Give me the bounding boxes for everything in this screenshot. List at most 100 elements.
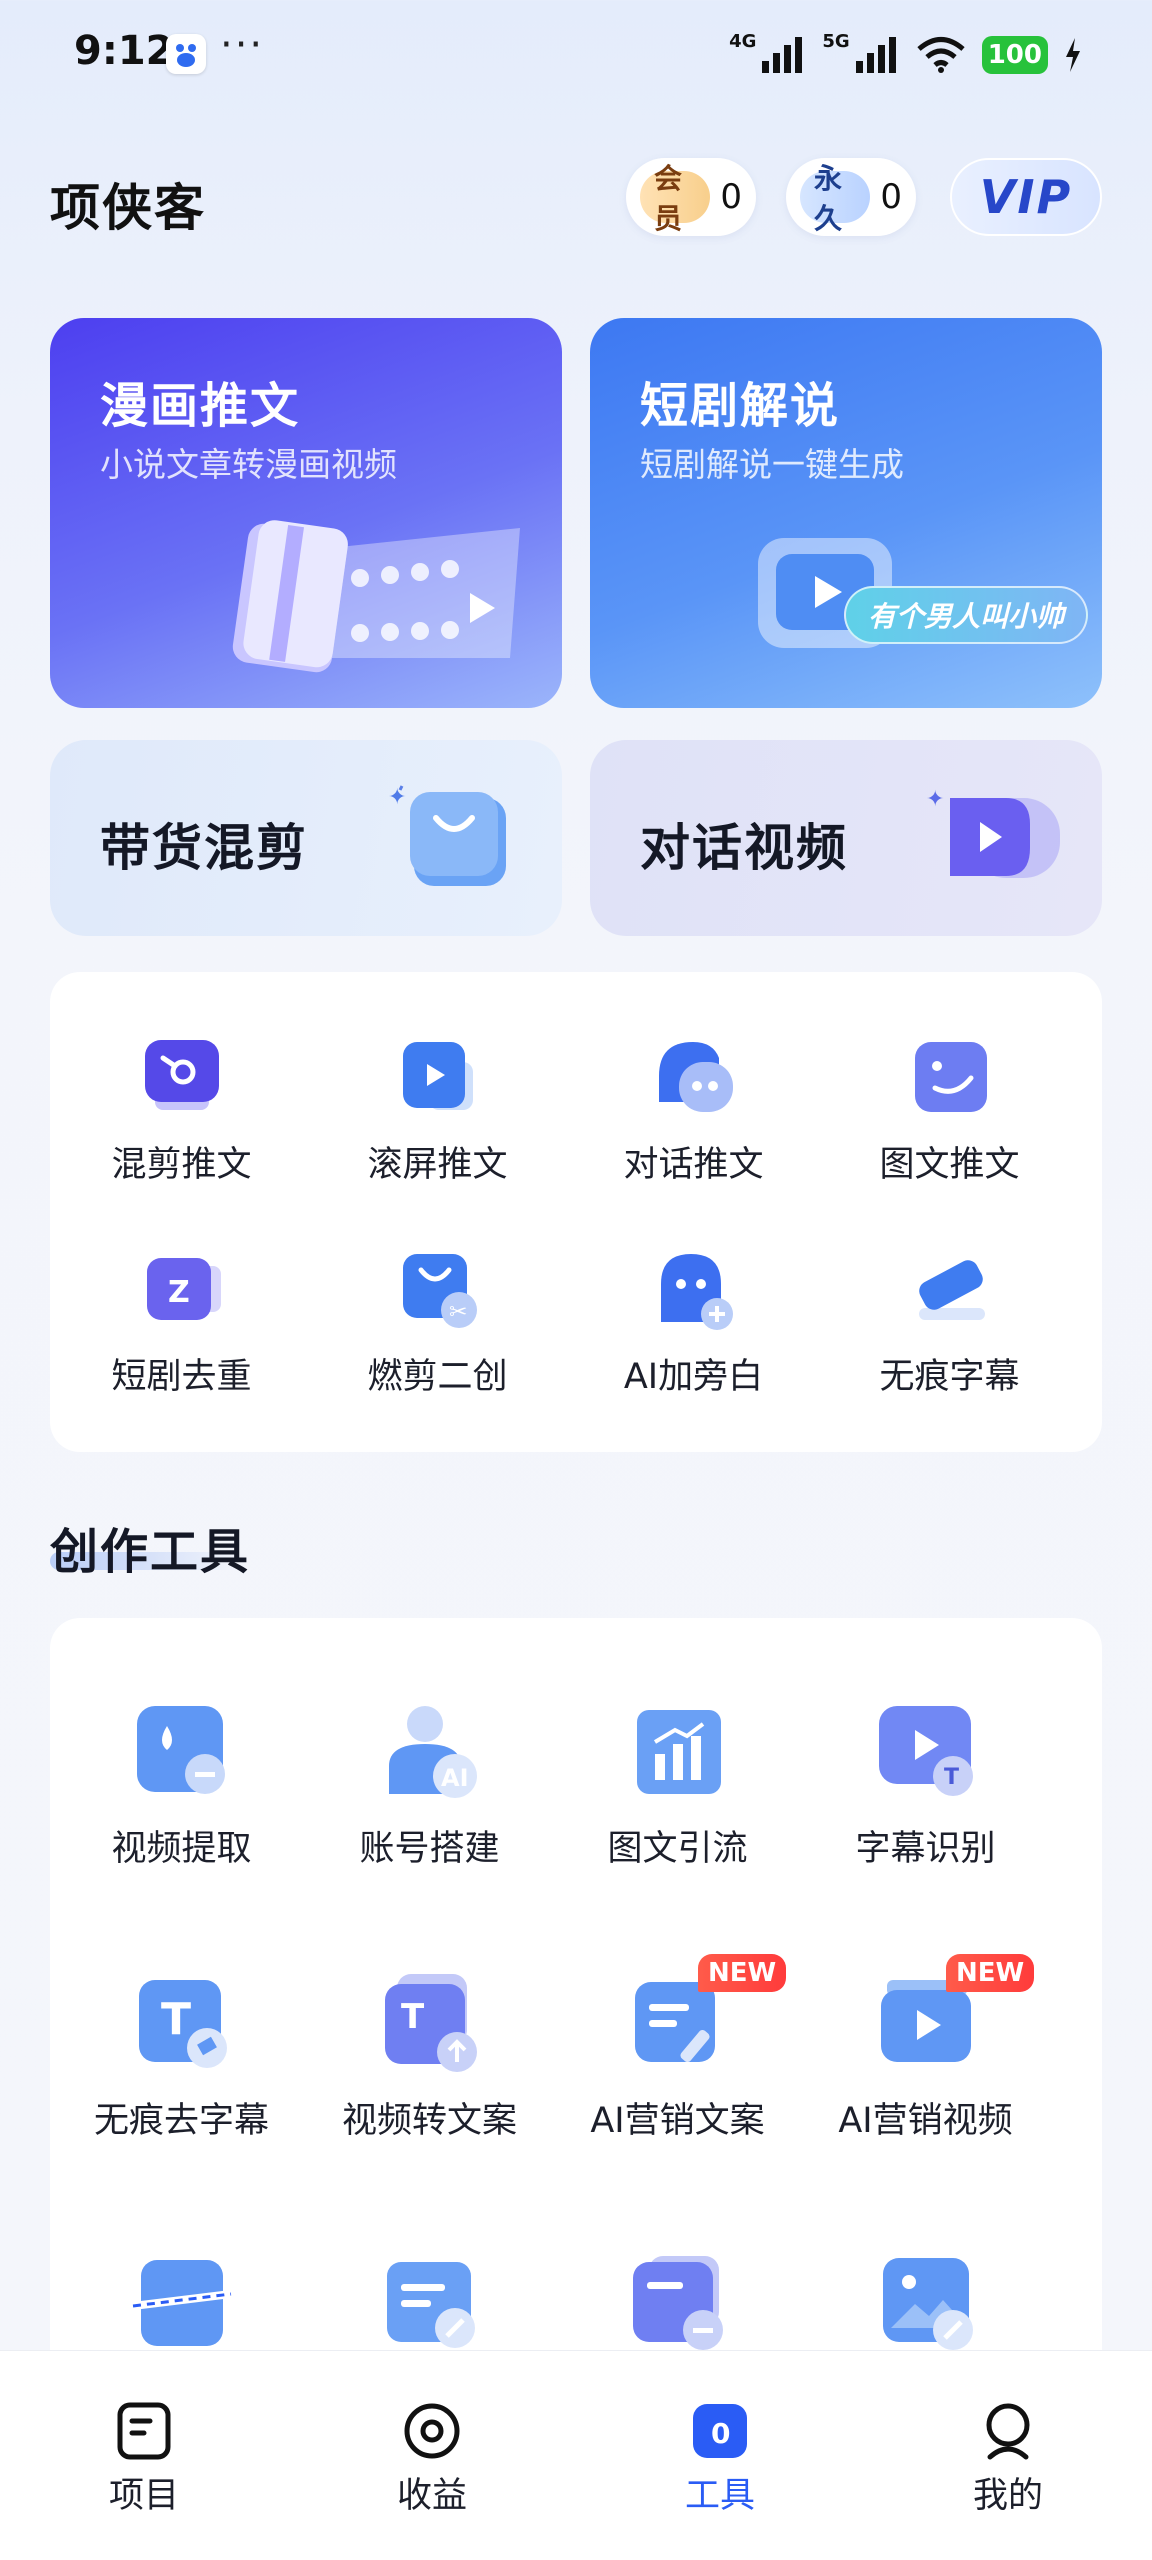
tools-badge-icon: 0	[693, 2404, 747, 2458]
tool-label: 短剧去重	[111, 1357, 252, 1397]
forever-count: 0	[880, 177, 902, 217]
goods-remix-card[interactable]: 带货混剪 ✦	[50, 740, 562, 936]
eraser-icon	[918, 1260, 985, 1320]
ghost-plus-icon	[660, 1254, 733, 1330]
tool-text-edit[interactable]	[298, 2248, 561, 2358]
smile-card-icon	[914, 1042, 987, 1112]
tool-dialog-post[interactable]: 对话推文	[562, 1032, 825, 1187]
comic-post-card[interactable]: 漫画推文 小说文章转漫画视频	[50, 318, 562, 708]
card-title: 短剧解说	[640, 378, 841, 434]
nav-projects[interactable]: 项目	[44, 2401, 244, 2518]
member-tag: 会员	[640, 162, 711, 235]
tool-label: 无痕去字幕	[93, 2101, 269, 2141]
signal-icon	[855, 37, 896, 73]
signal-icon	[762, 37, 803, 73]
tool-account-build[interactable]: AI 账号搭建	[298, 1696, 561, 1871]
drama-commentary-card[interactable]: 短剧解说 短剧解说一键生成 有个男人叫小帅	[590, 318, 1102, 708]
svg-text:✦: ✦	[388, 785, 406, 810]
shopping-bag-icon: ✦	[388, 785, 506, 886]
nav-tools[interactable]: 0 工具	[620, 2401, 820, 2518]
tool-label: 字幕识别	[855, 1829, 996, 1869]
card-title: 对话视频	[640, 819, 848, 877]
tool-label: 燃剪二创	[367, 1357, 508, 1397]
tool-image-edit[interactable]	[794, 2248, 1057, 2358]
tool-label: AI营销视频	[838, 2101, 1013, 2141]
dialog-video-card[interactable]: 对话视频 ✦	[590, 740, 1102, 936]
project-doc-icon	[117, 2402, 171, 2460]
tool-label: 混剪推文	[111, 1145, 252, 1185]
battery-indicator: 100	[981, 36, 1048, 74]
tool-ai-narration[interactable]: AI加旁白	[562, 1244, 825, 1399]
chat-play-icon: ✦	[926, 787, 1060, 878]
network-4g-label: 4G	[729, 30, 757, 52]
scroll-play-icon	[402, 1042, 473, 1110]
tool-drama-dedup[interactable]: Z 短剧去重	[50, 1244, 313, 1399]
baidu-app-icon	[166, 34, 206, 74]
tool-doc-minus[interactable]	[546, 2248, 809, 2358]
tool-burn-edit[interactable]: ✂ 燃剪二创	[306, 1244, 569, 1399]
forever-tag: 永久	[800, 162, 871, 235]
tool-crop[interactable]	[50, 2248, 313, 2358]
svg-text:T: T	[401, 1997, 425, 2037]
tool-label: 无痕字幕	[879, 1357, 1020, 1397]
member-count: 0	[720, 177, 742, 217]
tool-video-to-text[interactable]: T 视频转文案	[298, 1968, 561, 2143]
image-brush-icon	[882, 2258, 973, 2350]
tool-ai-marketing-copy[interactable]: AI营销文案 NEW	[546, 1954, 809, 2143]
tool-image-traffic[interactable]: 图文引流	[546, 1696, 809, 1871]
text-edit-icon	[386, 2262, 475, 2348]
nav-label: 收益	[396, 2476, 467, 2516]
remix-icon	[144, 1040, 219, 1110]
doc-minus-icon	[632, 2256, 723, 2350]
tool-label: 视频转文案	[341, 2101, 517, 2141]
tool-label: 对话推文	[623, 1145, 764, 1185]
bottom-nav: 项目 收益 0 工具 我的	[0, 2350, 1152, 2560]
book-film-icon	[232, 520, 520, 673]
nav-label: 我的	[972, 2476, 1043, 2516]
card-title: 漫画推文	[100, 378, 301, 434]
tool-label: 视频提取	[111, 1829, 252, 1869]
status-indicators: 4G 5G 100	[729, 30, 1082, 80]
drop-minus-icon	[136, 1706, 225, 1794]
nav-earnings[interactable]: 收益	[332, 2401, 532, 2518]
bar-chart-icon	[636, 1710, 721, 1794]
status-time: 9:12	[74, 28, 174, 74]
z-card-icon: Z	[146, 1258, 221, 1320]
vip-button[interactable]: VIP	[950, 158, 1102, 236]
tool-image-post[interactable]: 图文推文	[818, 1032, 1081, 1187]
forever-pill[interactable]: 永久 0	[786, 158, 916, 236]
tool-remix-post[interactable]: 混剪推文	[50, 1032, 313, 1187]
status-more-dots: ···	[220, 22, 265, 68]
svg-text:✦: ✦	[926, 787, 944, 812]
tool-label: AI营销文案	[590, 2101, 765, 2141]
tool-label: 图文推文	[879, 1145, 1020, 1185]
member-pill[interactable]: 会员 0	[626, 158, 756, 236]
profile-icon	[986, 2403, 1030, 2460]
chat-bubble-icon	[658, 1042, 733, 1112]
svg-text:T: T	[944, 1765, 959, 1790]
tool-label: 滚屏推文	[367, 1145, 508, 1185]
new-badge: NEW	[946, 1954, 1035, 1992]
tool-label: 图文引流	[607, 1829, 748, 1869]
nav-label: 工具	[684, 2476, 755, 2516]
text-eraser-icon: T	[138, 1980, 227, 2068]
card-subtitle: 小说文章转漫画视频	[100, 445, 397, 484]
new-badge: NEW	[698, 1954, 787, 1992]
tool-seamless-subtitle[interactable]: 无痕字幕	[818, 1244, 1081, 1399]
nav-mine[interactable]: 我的	[908, 2401, 1108, 2518]
quick-tools-panel: 混剪推文 滚屏推文 对话推文 图文推文 Z 短剧去重 ✂ 燃剪二创 AI加旁白 …	[50, 972, 1102, 1452]
svg-text:T: T	[161, 1994, 191, 2045]
text-upload-icon: T	[384, 1974, 477, 2072]
tool-video-extract[interactable]: 视频提取	[50, 1696, 313, 1871]
nav-label: 项目	[108, 2476, 179, 2516]
tool-ai-marketing-video[interactable]: AI营销视频 NEW	[794, 1954, 1057, 2143]
play-text-icon: T	[878, 1706, 973, 1796]
bag-scissors-icon: ✂	[402, 1254, 477, 1328]
user-ai-icon: AI	[388, 1706, 477, 1798]
tool-subtitle-recognize[interactable]: T 字幕识别	[794, 1696, 1057, 1871]
tool-remove-subtitle[interactable]: T 无痕去字幕	[50, 1968, 313, 2143]
svg-text:Z: Z	[168, 1275, 190, 1310]
earnings-circle-icon	[404, 2403, 460, 2459]
tool-scroll-post[interactable]: 滚屏推文	[306, 1032, 569, 1187]
speech-bubble-tag: 有个男人叫小帅	[844, 586, 1089, 644]
